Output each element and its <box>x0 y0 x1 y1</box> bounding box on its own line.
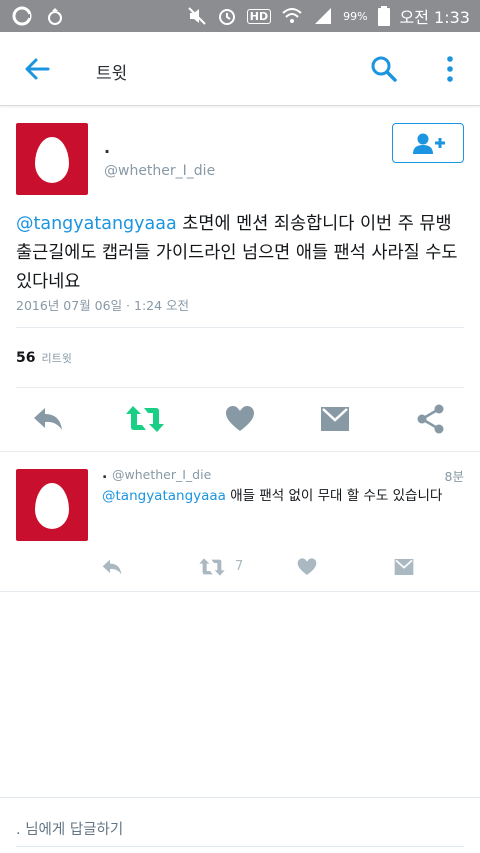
reply-button[interactable] <box>32 404 64 438</box>
like-button[interactable] <box>225 404 255 438</box>
reply-body: @tangyatangyaaa 애들 팬석 없이 무대 할 수도 있습니다 <box>102 486 462 506</box>
divider <box>16 327 464 328</box>
input-underline <box>16 846 464 847</box>
signal-icon <box>315 8 332 24</box>
egg-icon <box>35 137 69 183</box>
retweet-icon <box>126 406 164 432</box>
battery-percent: 99% <box>343 9 368 23</box>
heart-icon <box>226 406 254 431</box>
retweet-icon <box>199 558 225 576</box>
retweet-stats[interactable]: 56 리트윗 <box>16 350 72 366</box>
battery-icon <box>377 6 390 26</box>
tweet-body: @tangyatangyaaa 초면에 멘션 죄송합니다 이번 주 뮤뱅 출근길… <box>16 210 466 297</box>
reply-age: 8분 <box>444 469 464 484</box>
heart-icon <box>297 558 317 575</box>
divider <box>16 387 464 388</box>
share-icon <box>417 404 444 434</box>
ring-icon <box>48 8 62 25</box>
reply-author-display-name[interactable]: . <box>102 466 107 482</box>
follow-button[interactable] <box>392 123 464 163</box>
page-title: 트윗 <box>96 64 128 84</box>
reply-author-avatar[interactable] <box>16 469 88 541</box>
tweet-timestamp: 2016년 07월 06일 · 1:24 오전 <box>16 298 190 313</box>
envelope-icon <box>394 559 414 575</box>
reply-icon <box>102 559 122 575</box>
reply-author-handle[interactable]: @whether_I_die <box>112 467 211 482</box>
app-notification-icon <box>12 6 32 26</box>
reply-input[interactable]: . 님에게 답글하기 <box>16 818 123 839</box>
reply-like-button[interactable] <box>297 557 317 581</box>
retweet-count-label: 리트윗 <box>41 352 72 365</box>
egg-icon <box>35 483 69 529</box>
wifi-icon <box>282 8 302 23</box>
reply-reply-button[interactable] <box>101 557 123 581</box>
message-button[interactable] <box>320 406 350 436</box>
status-bar: HD 99% 오전 1:33 <box>0 0 480 32</box>
divider <box>0 451 480 452</box>
back-button[interactable] <box>22 54 52 84</box>
mute-icon <box>188 7 206 25</box>
author-avatar[interactable] <box>16 123 88 195</box>
search-icon <box>371 56 397 82</box>
retweet-button[interactable] <box>126 404 164 438</box>
search-button[interactable] <box>369 54 399 84</box>
author-display-name[interactable]: . <box>104 138 110 157</box>
author-handle[interactable]: @whether_I_die <box>104 163 215 179</box>
reply-mention-link[interactable]: @tangyatangyaaa <box>102 488 226 504</box>
clock: 오전 1:33 <box>399 8 470 27</box>
envelope-icon <box>321 407 349 431</box>
reply-retweet-count: 7 <box>235 559 244 574</box>
reply-composer[interactable]: . 님에게 답글하기 <box>0 797 480 853</box>
more-vertical-icon <box>447 56 453 82</box>
tweet-mention-link[interactable]: @tangyatangyaaa <box>16 214 177 234</box>
retweet-count: 56 <box>16 350 36 366</box>
reply-body-text: 애들 팬석 없이 무대 할 수도 있습니다 <box>225 488 443 504</box>
reply-message-button[interactable] <box>394 558 414 580</box>
add-user-icon <box>413 133 445 154</box>
divider <box>0 591 480 592</box>
alarm-icon <box>218 9 235 25</box>
share-button[interactable] <box>416 404 446 438</box>
reply-icon <box>34 408 62 430</box>
back-arrow-icon <box>25 58 50 80</box>
app-bar: 트윗 <box>0 32 480 106</box>
reply-retweet-button[interactable] <box>199 557 225 581</box>
hd-badge: HD <box>246 8 272 24</box>
more-options-button[interactable] <box>440 54 460 84</box>
